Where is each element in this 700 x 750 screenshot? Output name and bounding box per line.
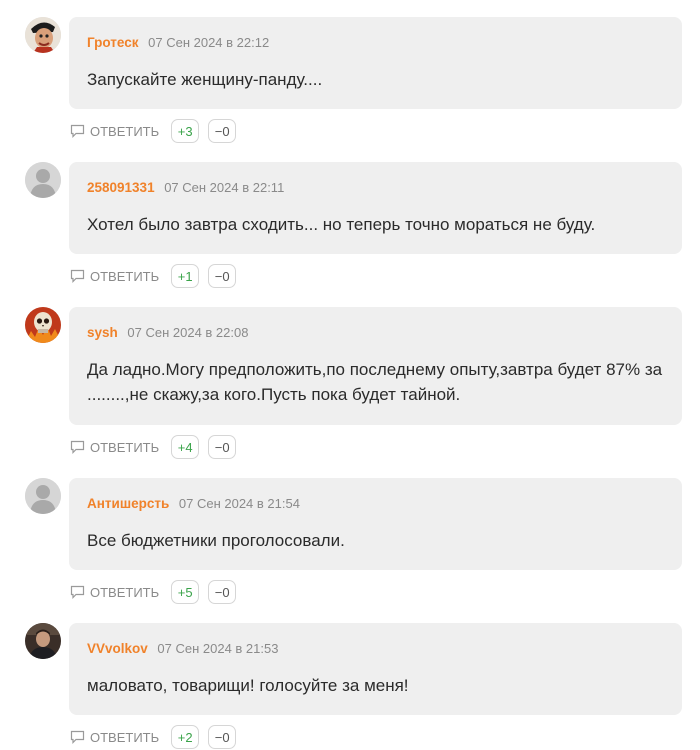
comment-bubble: Антишерсть 07 Сен 2024 в 21:54 Все бюдже… (69, 478, 682, 570)
reply-button[interactable]: ОТВЕТИТЬ (70, 269, 159, 284)
comment-date: 07 Сен 2024 в 22:11 (164, 180, 285, 195)
downvote-button[interactable]: −0 (208, 725, 237, 749)
reply-label: ОТВЕТИТЬ (90, 729, 160, 745)
reply-label: ОТВЕТИТЬ (90, 439, 160, 455)
upvote-button[interactable]: +4 (171, 435, 200, 459)
speech-bubble-icon (70, 440, 85, 454)
upvote-button[interactable]: +1 (171, 264, 200, 288)
downvote-button[interactable]: −0 (208, 580, 237, 604)
comment-text: Все бюджетники проголосовали. (87, 531, 345, 550)
comment-author[interactable]: sysh (87, 325, 118, 340)
comments-list: Гротеск 07 Сен 2024 в 22:12 Запускайте ж… (0, 0, 700, 749)
user-avatar[interactable] (25, 307, 61, 343)
comment-text: Запускайте женщину-панду.... (87, 70, 323, 89)
skull-avatar-icon (25, 307, 61, 343)
speech-bubble-icon (70, 585, 85, 599)
caricature-avatar-icon (25, 17, 61, 53)
downvote-button[interactable]: −0 (208, 119, 237, 143)
upvote-button[interactable]: +2 (171, 725, 200, 749)
reply-button[interactable]: ОТВЕТИТЬ (70, 440, 159, 455)
downvote-button[interactable]: −0 (208, 435, 237, 459)
upvote-button[interactable]: +5 (171, 580, 200, 604)
comment-date: 07 Сен 2024 в 21:53 (157, 641, 279, 656)
comment-date: 07 Сен 2024 в 22:08 (127, 325, 249, 340)
user-avatar[interactable] (25, 162, 61, 198)
comment-author[interactable]: 258091331 (87, 180, 155, 195)
comment-author[interactable]: Антишерсть (87, 496, 169, 511)
comment-bubble: VVvolkov 07 Сен 2024 в 21:53 маловато, т… (69, 623, 682, 715)
user-avatar[interactable] (25, 17, 61, 53)
user-avatar[interactable] (25, 478, 61, 514)
comment-author[interactable]: Гротеск (87, 35, 139, 50)
comment-bubble: 258091331 07 Сен 2024 в 22:11 Хотел было… (69, 162, 682, 254)
speech-bubble-icon (70, 269, 85, 283)
speech-bubble-icon (70, 124, 85, 138)
user-avatar[interactable] (25, 623, 61, 659)
comment-date: 07 Сен 2024 в 21:54 (178, 496, 300, 511)
reply-label: ОТВЕТИТЬ (90, 268, 160, 284)
comment-bubble: sysh 07 Сен 2024 в 22:08 Да ладно.Могу п… (69, 307, 682, 425)
comment-text: Хотел было завтра сходить... но теперь т… (87, 215, 596, 234)
upvote-button[interactable]: +3 (171, 119, 200, 143)
downvote-button[interactable]: −0 (208, 264, 237, 288)
comment-actions: ОТВЕТИТЬ +4 −0 (70, 434, 245, 460)
comment-actions: ОТВЕТИТЬ +1 −0 (70, 263, 245, 289)
comment-author[interactable]: VVvolkov (87, 641, 148, 656)
speech-bubble-icon (70, 730, 85, 744)
comment-text: Да ладно.Могу предположить,по последнему… (87, 360, 663, 404)
comment-text: маловато, товарищи! голосуйте за меня! (87, 676, 409, 695)
comment-actions: ОТВЕТИТЬ +3 −0 (70, 118, 245, 144)
photo-avatar-icon (25, 623, 61, 659)
reply-label: ОТВЕТИТЬ (90, 584, 160, 600)
comment-bubble: Гротеск 07 Сен 2024 в 22:12 Запускайте ж… (69, 17, 682, 109)
reply-button[interactable]: ОТВЕТИТЬ (70, 730, 159, 745)
default-user-icon (25, 478, 61, 514)
default-user-icon (25, 162, 61, 198)
comment-actions: ОТВЕТИТЬ +2 −0 (70, 724, 245, 750)
comment-date: 07 Сен 2024 в 22:12 (148, 35, 270, 50)
reply-button[interactable]: ОТВЕТИТЬ (70, 124, 159, 139)
reply-button[interactable]: ОТВЕТИТЬ (70, 585, 159, 600)
comment-actions: ОТВЕТИТЬ +5 −0 (70, 579, 245, 605)
reply-label: ОТВЕТИТЬ (90, 123, 160, 139)
